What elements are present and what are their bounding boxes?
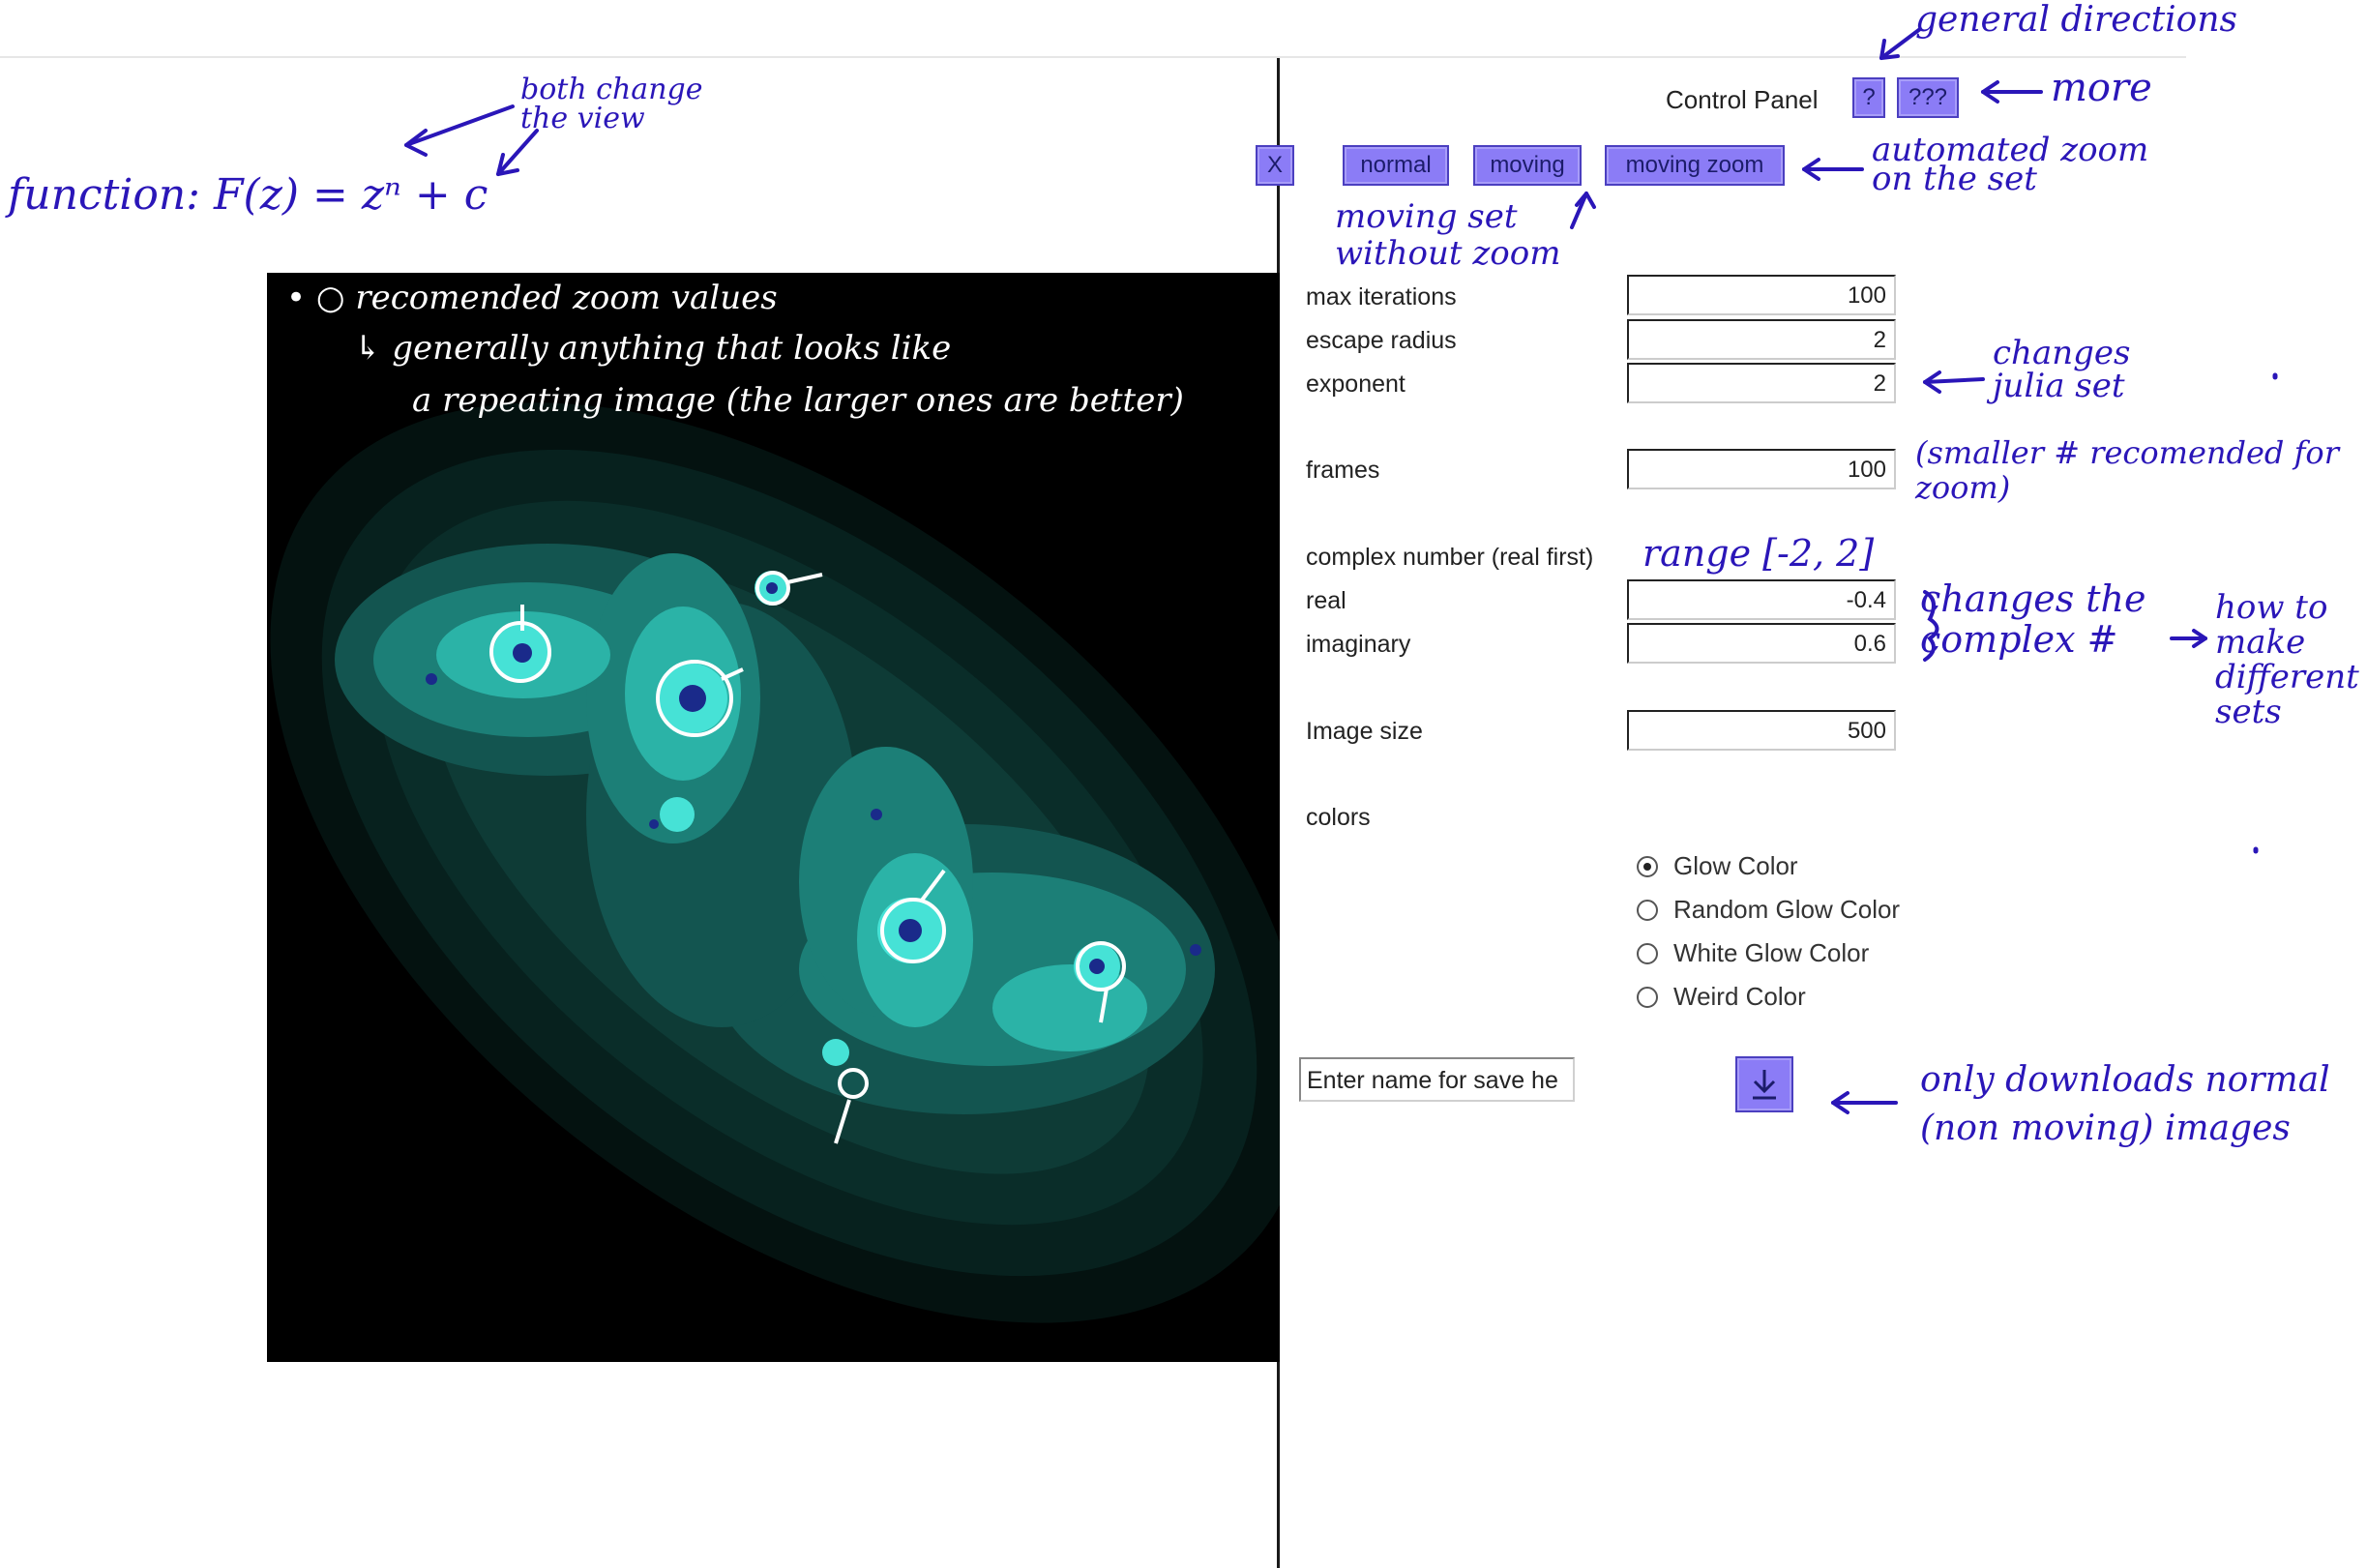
radio-icon[interactable] (1637, 899, 1658, 921)
annotation-function: function: F(z) = zⁿ + c (8, 170, 488, 220)
annotation-moving-set: moving set without zoom (1335, 197, 1561, 273)
zoom-note-line-1: • ○ recomended zoom values (286, 279, 778, 317)
color-option-label: Random Glow Color (1673, 895, 1901, 924)
color-option-weird[interactable]: Weird Color (1637, 982, 1806, 1012)
image-size-label: Image size (1306, 718, 1423, 745)
radio-selected-icon[interactable] (1637, 855, 1658, 877)
save-name-input[interactable]: Enter name for save he (1299, 1057, 1575, 1102)
annotation-both-change: both change the view (520, 73, 703, 135)
close-button[interactable]: X (1256, 145, 1294, 186)
max-iterations-input[interactable]: 100 (1627, 275, 1896, 315)
annotation-only-downloads: only downloads normal (non moving) image… (1920, 1060, 2330, 1148)
imaginary-input[interactable]: 0.6 (1627, 623, 1896, 664)
exponent-input[interactable]: 2 (1627, 363, 1896, 403)
help-button[interactable]: ? (1852, 77, 1885, 118)
annotation-general-directions: general directions (1915, 0, 2238, 40)
frames-label: frames (1306, 457, 1380, 484)
mode-moving-zoom-button[interactable]: moving zoom (1605, 145, 1785, 186)
download-icon (1753, 1070, 1776, 1100)
annotation-range: range [-2, 2] (1642, 532, 1875, 575)
complex-number-heading: complex number (real first) (1306, 544, 1594, 571)
escape-radius-input[interactable]: 2 (1627, 319, 1896, 360)
colors-heading: colors (1306, 804, 1371, 831)
color-option-label: Weird Color (1673, 982, 1806, 1011)
max-iterations-label: max iterations (1306, 283, 1457, 311)
annotation-smaller-frames: (smaller # recomended for zoom) (1915, 434, 2339, 506)
radio-icon[interactable] (1637, 942, 1658, 964)
radio-icon[interactable] (1637, 986, 1658, 1008)
julia-set-canvas[interactable]: • ○ recomended zoom values ↳ generally a… (267, 273, 1280, 1362)
real-label: real (1306, 587, 1346, 614)
julia-set-image (270, 402, 1280, 1323)
top-border (0, 56, 2186, 58)
zoom-note-line-2: ↳ generally anything that looks like (354, 329, 952, 368)
control-panel-title: Control Panel (1666, 85, 1819, 114)
annotation-automated-zoom: automated zoom on the set (1872, 131, 2149, 198)
color-option-label: Glow Color (1673, 851, 1798, 880)
annotation-more: more (2051, 66, 2152, 110)
mode-moving-button[interactable]: moving (1473, 145, 1582, 186)
color-option-white-glow[interactable]: White Glow Color (1637, 938, 1869, 968)
mode-normal-button[interactable]: normal (1343, 145, 1449, 186)
color-option-random-glow[interactable]: Random Glow Color (1637, 895, 1900, 925)
escape-radius-label: escape radius (1306, 327, 1457, 354)
color-option-label: White Glow Color (1673, 938, 1870, 967)
exponent-label: exponent (1306, 370, 1405, 398)
imaginary-label: imaginary (1306, 631, 1411, 658)
image-size-input[interactable]: 500 (1627, 710, 1896, 751)
frames-input[interactable]: 100 (1627, 449, 1896, 489)
annotation-changes-julia: changes julia set (1993, 334, 2131, 405)
real-input[interactable]: -0.4 (1627, 579, 1896, 620)
more-help-button[interactable]: ??? (1897, 77, 1959, 118)
annotation-how-to: how to make different sets (2215, 588, 2359, 731)
color-option-glow[interactable]: Glow Color (1637, 851, 1798, 881)
annotation-changes-complex: changes the complex # (1920, 577, 2146, 661)
download-button[interactable] (1735, 1056, 1793, 1112)
zoom-note-line-3: a repeating image (the larger ones are b… (412, 381, 1184, 420)
